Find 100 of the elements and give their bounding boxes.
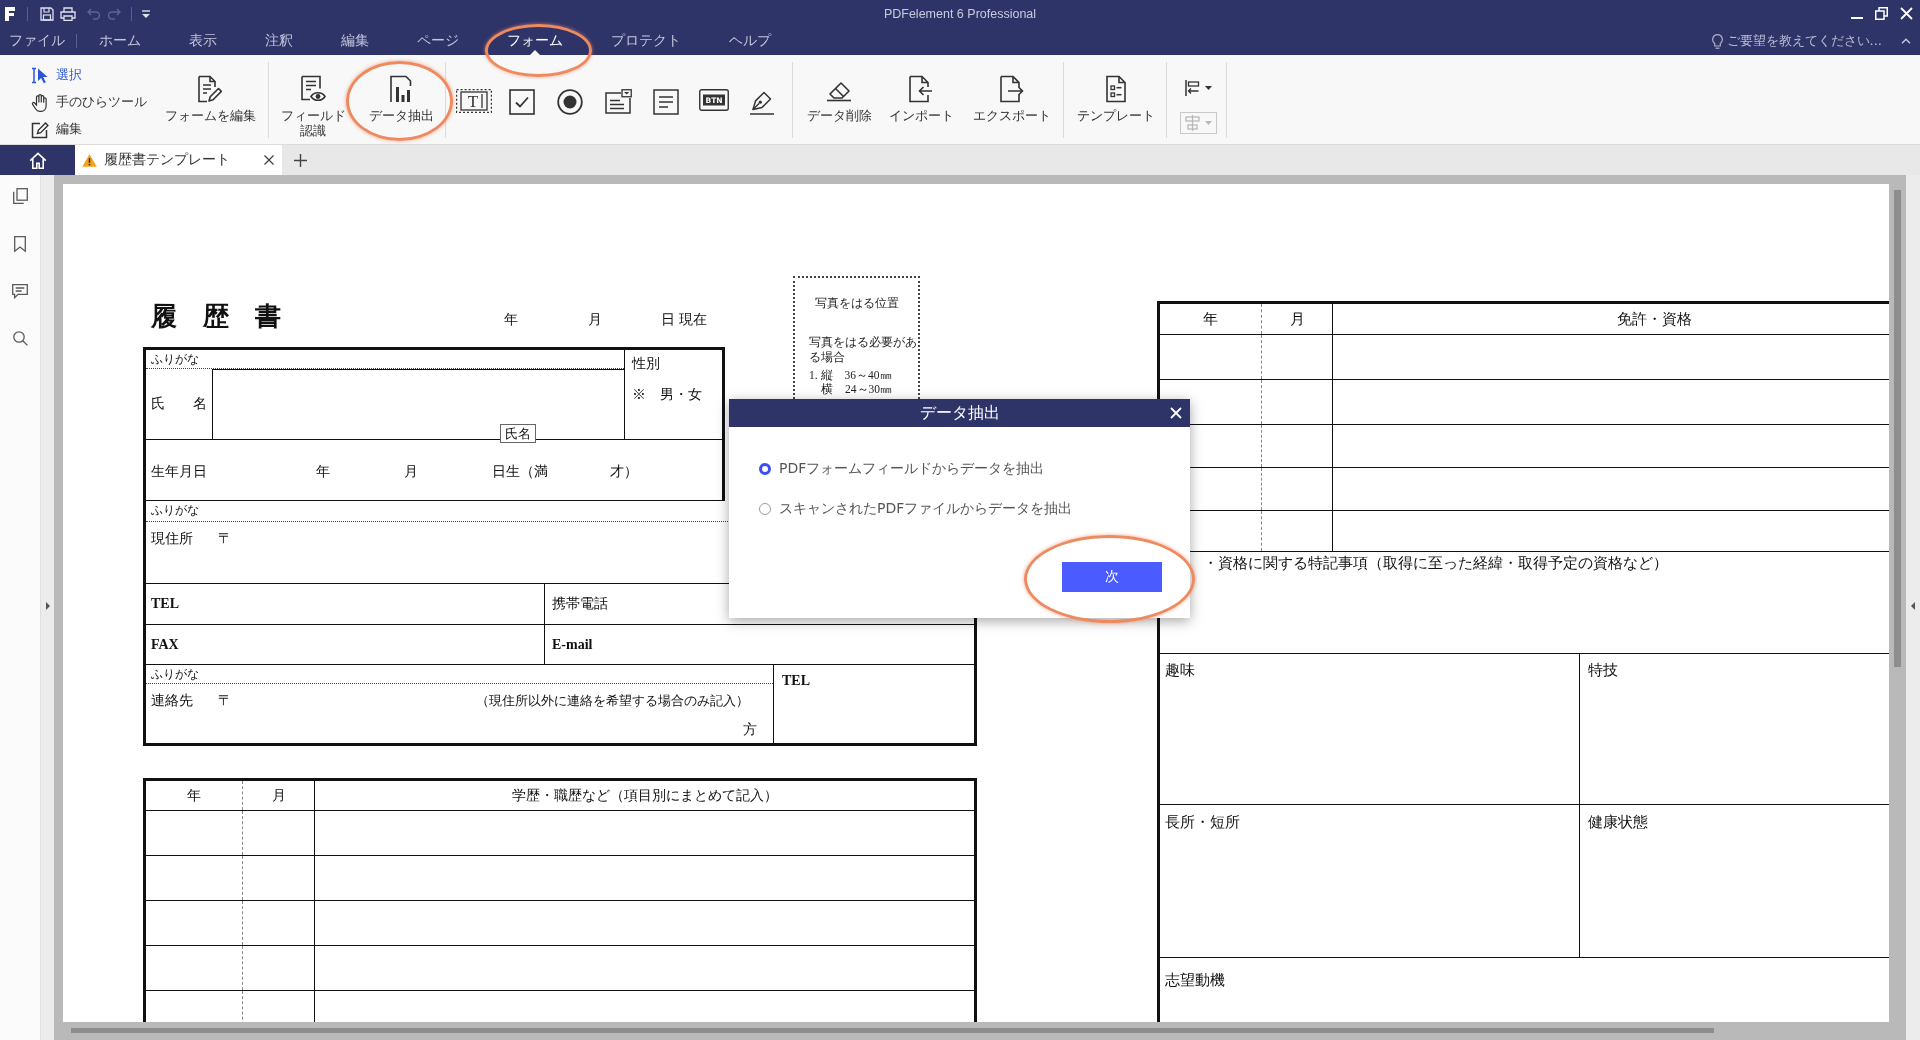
scrollbar-thumb[interactable] <box>71 1028 1714 1033</box>
text-field-icon[interactable]: T <box>456 89 492 113</box>
field-label: 連絡先 <box>151 692 193 710</box>
menu-tab[interactable]: ヘルプ <box>721 27 779 55</box>
align-left-icon <box>1185 80 1200 96</box>
field-label: 日生（満 <box>492 463 548 481</box>
checkbox-icon[interactable] <box>509 89 535 115</box>
bar-chart-icon <box>390 75 412 103</box>
app-logo-icon <box>5 6 15 21</box>
template-button[interactable]: テンプレート <box>1072 66 1160 127</box>
furigana-label: ふりがな <box>151 352 199 366</box>
menu-tab[interactable]: 表示 <box>181 27 225 55</box>
menu-tab[interactable]: ホーム <box>91 27 149 55</box>
column-header: 年 <box>1203 310 1218 328</box>
section-label: ・資格に関する特記事項（取得に至った経緯・取得予定の資格など） <box>1203 555 1668 571</box>
import-button[interactable]: インポート <box>883 66 959 127</box>
search-icon[interactable] <box>12 331 28 346</box>
next-button[interactable]: 次 <box>1062 562 1162 592</box>
document-arrow-icon <box>1000 75 1024 103</box>
menu-tab[interactable]: ファイル <box>1 27 73 55</box>
save-icon[interactable] <box>40 6 54 21</box>
section-label: 健康状態 <box>1588 814 1648 830</box>
data-delete-button[interactable]: データ削除 <box>801 66 877 127</box>
combo-box-icon[interactable] <box>604 89 632 114</box>
caret-icon[interactable] <box>1911 602 1915 610</box>
column-header: 学歴・職歴など（項目別にまとめて記入） <box>511 786 778 805</box>
field-label: E-mail <box>552 635 593 654</box>
restore-icon[interactable] <box>1875 7 1888 20</box>
caret-up-icon[interactable] <box>1901 38 1911 44</box>
comment-icon[interactable] <box>12 284 28 299</box>
column-header: 月 <box>271 786 286 805</box>
field-label: 携帯電話 <box>552 595 608 613</box>
field-label: 氏 名 <box>151 395 207 413</box>
gender-options: ※ 男・女 <box>632 386 702 404</box>
furigana-label: ふりがな <box>151 667 199 681</box>
data-extract-button[interactable]: データ抽出 <box>363 66 439 127</box>
dropdown-caret-icon[interactable] <box>142 9 150 18</box>
edit-form-button[interactable]: フォームを編集 <box>158 66 262 127</box>
hand-icon <box>31 93 49 112</box>
radio-option[interactable]: スキャンされたPDFファイルからデータを抽出 <box>759 500 1073 518</box>
plus-icon[interactable] <box>294 153 307 167</box>
field-label: 月 <box>404 463 418 481</box>
photo-caption: 写真をはる位置 <box>813 296 900 311</box>
close-icon[interactable] <box>264 155 274 165</box>
radio-option[interactable]: PDFフォームフィールドからデータを抽出 <box>759 460 1045 478</box>
lightbulb-icon <box>1711 33 1723 49</box>
postal-mark: 〒 <box>218 530 232 548</box>
field-label: 性別 <box>632 355 660 373</box>
tool-button[interactable]: 選択 <box>24 62 88 89</box>
document-arrow-icon <box>909 75 933 103</box>
radio-button-icon[interactable] <box>557 89 583 115</box>
field-label: 才） <box>610 463 638 481</box>
furigana-label: ふりがな <box>151 503 199 517</box>
document-pencil-icon <box>198 75 222 103</box>
photo-instruction: 写真をはる必要がある場合 <box>809 335 918 365</box>
document-tab[interactable]: 履歴書テンプレート <box>75 145 282 175</box>
photo-size-text: 1. 縦 36～40㎜ <box>809 368 892 382</box>
bookmark-icon[interactable] <box>14 236 26 252</box>
section-label: 志望動機 <box>1165 972 1225 988</box>
caret-icon <box>1205 86 1212 90</box>
menu-tab[interactable]: ページ <box>409 27 467 55</box>
menu-tab[interactable]: プロテクト <box>603 27 689 55</box>
field-label: TEL <box>151 595 179 613</box>
date-label: 月 <box>588 311 602 329</box>
list-box-icon[interactable] <box>653 89 679 115</box>
pages-icon[interactable] <box>12 188 28 204</box>
edit-icon <box>31 120 49 139</box>
field-name-tag: 氏名 <box>500 424 536 443</box>
cursor-icon <box>31 66 49 85</box>
minimize-icon[interactable] <box>1851 16 1863 19</box>
caret-icon[interactable] <box>45 602 50 610</box>
distribute-icon <box>1185 115 1200 131</box>
field-recognition-button[interactable]: フィールド認識 <box>280 66 346 142</box>
field-label: FAX <box>151 635 179 654</box>
document-list-icon <box>1106 75 1126 103</box>
tool-button[interactable]: 手のひらツール <box>24 89 153 116</box>
section-label: 長所・短所 <box>1165 814 1240 830</box>
photo-size-text: 横 24～30㎜ <box>820 382 892 396</box>
tool-button[interactable]: 編集 <box>24 116 88 143</box>
document-title: 履 歴 書 <box>151 302 281 332</box>
column-header: 月 <box>1289 310 1305 328</box>
field-label: 年 <box>316 463 330 481</box>
document-eye-icon <box>300 75 326 103</box>
export-button[interactable]: エクスポート <box>967 66 1057 127</box>
menu-tab[interactable]: 注釈 <box>257 27 301 55</box>
home-tab[interactable] <box>0 145 75 175</box>
pen-nib-icon[interactable] <box>749 89 775 115</box>
help-prompt[interactable]: ご要望を教えてください... <box>1726 32 1882 50</box>
field-label: 生年月日 <box>151 463 207 481</box>
menu-tab[interactable]: 編集 <box>333 27 377 55</box>
radio-button[interactable] <box>759 503 771 515</box>
field-label: TEL <box>782 673 810 688</box>
window-title: PDFelement 6 Professional <box>883 6 1037 21</box>
section-label: 特技 <box>1588 662 1618 678</box>
scrollbar-thumb[interactable] <box>1894 190 1901 667</box>
section-label: 趣味 <box>1165 662 1195 678</box>
date-label: 年 <box>504 311 518 329</box>
field-label: 方 <box>743 721 757 739</box>
print-icon[interactable] <box>60 6 76 21</box>
radio-button[interactable] <box>759 463 771 475</box>
